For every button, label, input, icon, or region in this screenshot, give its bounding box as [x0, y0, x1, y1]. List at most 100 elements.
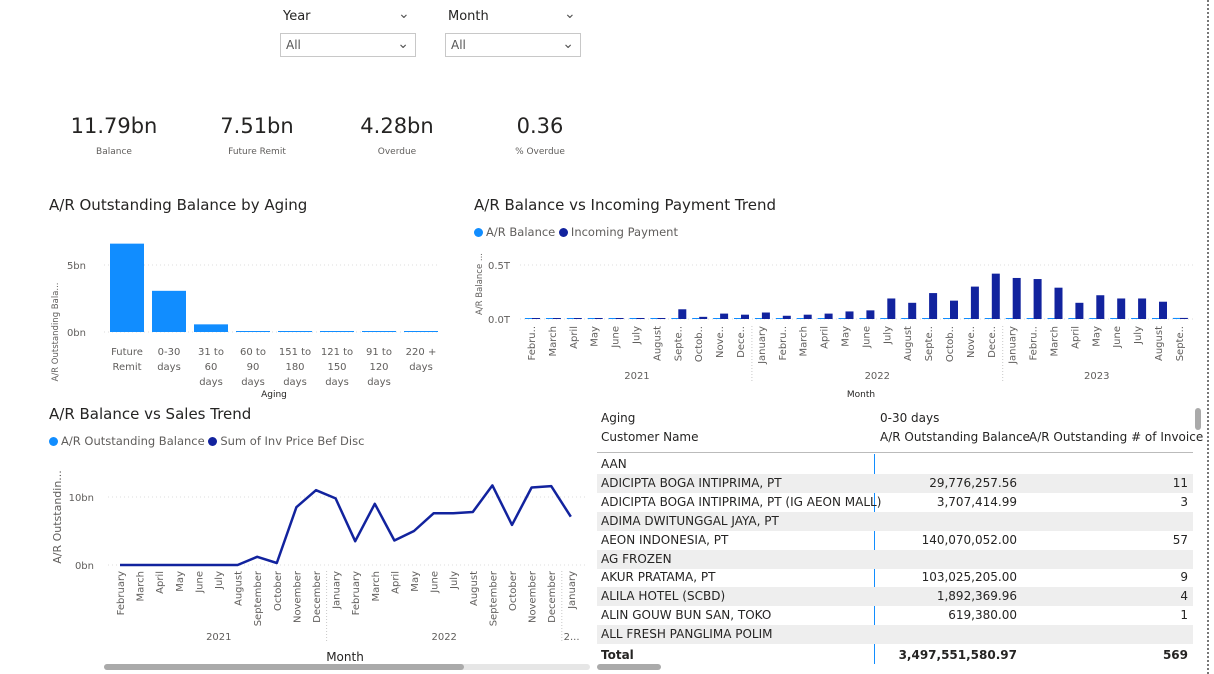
ar-balance-bar[interactable] — [713, 318, 721, 319]
incoming-payment-bar[interactable] — [782, 315, 791, 319]
aging-bar[interactable] — [110, 243, 144, 332]
matrix-header-invoice-count[interactable]: A/R Outstanding # of Invoice — [1029, 430, 1203, 444]
legend-item[interactable]: Sum of Inv Price Bef Disc — [208, 434, 364, 448]
incoming-payment-bar[interactable] — [552, 318, 561, 319]
ar-balance-bar[interactable] — [1152, 318, 1159, 319]
table-row[interactable]: ADIMA DWITUNGGAL JAYA, PT — [597, 511, 1193, 531]
ar-balance-bar[interactable] — [608, 318, 616, 319]
ar-balance-bar[interactable] — [922, 318, 930, 319]
incoming-payment-bar[interactable] — [678, 309, 687, 319]
incoming-payment-bar[interactable] — [532, 318, 540, 319]
ar-balance-bar[interactable] — [525, 318, 532, 319]
table-row[interactable]: AKUR PRATAMA, PT 103,025,205.00 9 — [597, 568, 1193, 587]
matrix-header-customer-name[interactable]: Customer Name — [601, 430, 699, 444]
incoming-payment-bar[interactable] — [1179, 317, 1188, 319]
incoming-payment-bar[interactable] — [615, 318, 624, 319]
matrix-horizontal-scrollbar[interactable] — [597, 664, 661, 670]
matrix-header-balance[interactable]: A/R Outstanding Balance — [880, 430, 1030, 444]
incoming-payment-bar[interactable] — [1159, 301, 1167, 319]
ar-balance-bar[interactable] — [838, 318, 846, 319]
incoming-payment-bar[interactable] — [950, 300, 958, 319]
incoming-payment-bar[interactable] — [636, 318, 645, 319]
matrix-column-group-header[interactable]: 0-30 days — [880, 411, 939, 425]
table-row[interactable]: ADICIPTA BOGA INTIPRIMA, PT 29,776,257.56… — [597, 473, 1193, 493]
incoming-payment-bar[interactable] — [699, 316, 708, 319]
legend-item[interactable]: A/R Outstanding Balance — [49, 434, 205, 448]
ar-balance-bar[interactable] — [817, 318, 825, 319]
ar-balance-bar[interactable] — [566, 318, 574, 319]
ar-balance-bar[interactable] — [1089, 318, 1097, 319]
ar-balance-bar[interactable] — [754, 318, 762, 319]
incoming-payment-bar[interactable] — [824, 313, 833, 319]
ar-balance-bar[interactable] — [1047, 318, 1055, 319]
ar-balance-bar[interactable] — [775, 318, 783, 319]
incoming-payment-bar[interactable] — [991, 273, 1000, 319]
incoming-payment-bar[interactable] — [1138, 298, 1147, 319]
aging-bar[interactable] — [404, 331, 438, 332]
incoming-payment-bar[interactable] — [1096, 295, 1105, 319]
aging-bar[interactable] — [278, 331, 312, 332]
incoming-payment-bar[interactable] — [887, 298, 896, 319]
ar-balance-bar[interactable] — [650, 318, 658, 319]
sales-chart[interactable]: A/R Outstandin... 10bn 0bn February March… — [40, 455, 590, 670]
table-row[interactable]: AEON INDONESIA, PT 140,070,052.00 57 — [597, 531, 1193, 550]
incoming-payment-bar[interactable] — [929, 293, 938, 319]
incoming-payment-bar[interactable] — [720, 313, 729, 319]
month-slicer-dropdown[interactable]: All ⌄ — [445, 33, 581, 57]
ar-balance-bar[interactable] — [943, 318, 950, 319]
aging-bar[interactable] — [194, 324, 228, 332]
incoming-payment-bar[interactable] — [573, 318, 582, 319]
ar-balance-bar[interactable] — [545, 318, 553, 319]
incoming-payment-bar[interactable] — [845, 311, 854, 319]
ar-balance-bar[interactable] — [629, 318, 637, 319]
ar-balance-bar[interactable] — [859, 318, 867, 319]
ar-balance-bar[interactable] — [880, 318, 888, 319]
year-slicer-dropdown[interactable]: All ⌄ — [280, 33, 416, 57]
ar-balance-bar[interactable] — [796, 318, 804, 319]
incoming-payment-bar[interactable] — [594, 318, 603, 319]
incoming-payment-bar[interactable] — [866, 310, 875, 319]
incoming-payment-bar[interactable] — [1075, 302, 1084, 319]
incoming-payment-bar[interactable] — [741, 314, 749, 319]
legend-item[interactable]: Incoming Payment — [558, 225, 678, 239]
chevron-down-icon[interactable]: ⌄ — [564, 6, 576, 22]
aging-bar[interactable] — [362, 331, 396, 332]
matrix-vertical-scrollbar[interactable] — [1195, 408, 1201, 430]
aging-bar[interactable] — [236, 331, 270, 332]
aging-bar[interactable] — [320, 331, 354, 332]
ar-balance-bar[interactable] — [587, 318, 595, 319]
incoming-payment-bar[interactable] — [803, 314, 812, 319]
ar-balance-bar[interactable] — [1131, 318, 1139, 319]
sales-chart-scrollbar[interactable] — [104, 664, 464, 670]
incoming-payment-bar[interactable] — [657, 318, 666, 319]
sales-trend-line[interactable] — [120, 484, 572, 567]
incoming-payment-bar[interactable] — [1054, 287, 1063, 319]
ar-balance-bar[interactable] — [1005, 318, 1013, 319]
incoming-payment-bar[interactable] — [970, 286, 979, 319]
incoming-payment-bar[interactable] — [908, 302, 917, 319]
table-row[interactable]: ALL FRESH PANGLIMA POLIM — [597, 625, 1193, 645]
aging-bar[interactable] — [152, 290, 186, 332]
ar-balance-bar[interactable] — [734, 318, 741, 319]
table-row[interactable]: AG FROZEN — [597, 549, 1193, 569]
incoming-payment-bar[interactable] — [1033, 279, 1042, 319]
table-row[interactable]: AAN — [597, 455, 1193, 474]
aging-chart[interactable]: A/R Outstanding Bala... 5bn 0bn Future Re… — [40, 218, 450, 403]
ar-balance-bar[interactable] — [984, 318, 992, 319]
chevron-down-icon[interactable]: ⌄ — [398, 6, 410, 22]
table-row[interactable]: ALILA HOTEL (SCBD) 1,892,369.96 4 — [597, 587, 1193, 607]
trend-chart[interactable]: A/R Balance ... 0.5T 0.0T Febru.. March Ap… — [470, 240, 1200, 405]
legend-item[interactable]: A/R Balance — [474, 225, 555, 239]
incoming-payment-bar[interactable] — [1117, 298, 1126, 319]
ar-balance-bar[interactable] — [1110, 318, 1118, 319]
ar-balance-bar[interactable] — [1172, 317, 1180, 319]
ar-balance-bar[interactable] — [1026, 318, 1034, 319]
ar-balance-bar[interactable] — [1068, 318, 1076, 319]
ar-balance-bar[interactable] — [692, 318, 700, 319]
ar-balance-bar[interactable] — [901, 318, 909, 319]
ar-balance-bar[interactable] — [671, 318, 679, 319]
incoming-payment-bar[interactable] — [761, 312, 770, 319]
table-row[interactable]: ALIN GOUW BUN SAN, TOKO 619,380.00 1 — [597, 606, 1193, 625]
ar-balance-bar[interactable] — [963, 318, 971, 319]
table-row[interactable]: ADICIPTA BOGA INTIPRIMA, PT (IG AEON MAL… — [597, 493, 1193, 512]
